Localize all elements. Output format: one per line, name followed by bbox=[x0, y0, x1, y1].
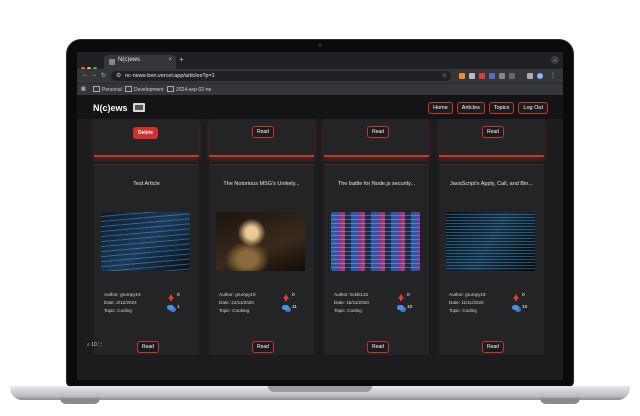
newspaper-icon bbox=[133, 103, 145, 112]
back-icon[interactable]: ← bbox=[82, 72, 88, 78]
nav-topics[interactable]: Topics bbox=[488, 102, 515, 114]
article-card-partial: Delete bbox=[94, 119, 199, 157]
extension-icon[interactable] bbox=[459, 73, 465, 79]
article-author: Author: grumpy19 bbox=[449, 292, 486, 297]
extensions-puzzle-icon[interactable] bbox=[499, 73, 505, 79]
url-text: nc-news-ben.vercel.app/articles?p=1 bbox=[125, 73, 215, 79]
app-logo[interactable]: N(c)ews bbox=[93, 103, 128, 113]
new-tab-icon[interactable]: + bbox=[179, 55, 184, 64]
article-date: Date: 2/12/2024 bbox=[104, 300, 137, 305]
read-button[interactable]: Read bbox=[482, 126, 504, 138]
sidebar-icon[interactable] bbox=[509, 73, 515, 79]
floating-controls[interactable]: ⌕ 10 ⛶ bbox=[87, 342, 102, 348]
vote-count: 0 bbox=[522, 293, 525, 298]
article-date: Date: 11/11/2020 bbox=[449, 300, 484, 305]
article-card-partial: Read bbox=[439, 119, 544, 157]
comment-count: 11 bbox=[292, 305, 297, 310]
vote-count: 0 bbox=[407, 293, 410, 298]
read-button[interactable]: Read bbox=[137, 341, 159, 353]
extension-icon[interactable] bbox=[469, 73, 475, 79]
article-title[interactable]: Test Article bbox=[94, 181, 199, 187]
browser-tab[interactable]: N(c)ews × bbox=[104, 55, 176, 69]
article-topic: Topic: Cooking bbox=[219, 308, 250, 313]
nav-home[interactable]: Home bbox=[428, 102, 453, 114]
site-info-icon[interactable]: ⚙ bbox=[116, 72, 121, 79]
article-title[interactable]: The battle for Node.js security... bbox=[324, 181, 429, 187]
read-button[interactable]: Read bbox=[367, 341, 389, 353]
laptop-foot bbox=[540, 398, 580, 404]
comments-icon bbox=[282, 305, 291, 312]
upvote-icon[interactable] bbox=[513, 294, 519, 301]
comments-icon bbox=[397, 305, 406, 312]
article-card: The battle for Node.js security... Autho… bbox=[324, 164, 429, 355]
upvote-icon[interactable] bbox=[168, 294, 174, 301]
article-topic: Topic: Coding bbox=[449, 308, 477, 313]
article-card-partial: Read bbox=[209, 119, 314, 157]
nav-logout[interactable]: Log Out bbox=[518, 102, 548, 114]
extension-icon[interactable] bbox=[479, 73, 485, 79]
browser-toolbar: ← → ↻ ⚙ nc-news-ben.vercel.app/articles?… bbox=[77, 69, 563, 83]
vote-count: 0 bbox=[292, 293, 295, 298]
tab-favicon-icon bbox=[109, 59, 115, 65]
article-author: Author: grumpy19 bbox=[104, 292, 141, 297]
app-nav: Home Articles Topics Log Out bbox=[428, 102, 548, 114]
profile-avatar-icon[interactable] bbox=[537, 73, 543, 79]
nav-articles[interactable]: Articles bbox=[456, 102, 485, 114]
article-card: Test Article Author: grumpy19 Date: 2/12… bbox=[94, 164, 199, 355]
menu-kebab-icon[interactable]: ⋮ bbox=[550, 72, 556, 79]
bookmark-star-icon[interactable]: ☆ bbox=[442, 72, 447, 79]
page-icon bbox=[167, 86, 174, 92]
screen: N(c)ews × + ⌄ ← → ↻ ⚙ nc-news-ben.vercel… bbox=[77, 52, 563, 380]
bookmarks-bar: ▦ Personal Development 2024-sep-02-ne bbox=[77, 83, 563, 95]
tab-title: N(c)ews bbox=[118, 57, 140, 63]
bookmark-personal[interactable]: Personal bbox=[93, 86, 122, 93]
article-card: The Notorious MSG's Unikely... Author: g… bbox=[209, 164, 314, 355]
article-image[interactable] bbox=[101, 212, 190, 271]
article-card-partial: Read bbox=[324, 119, 429, 157]
read-button[interactable]: Read bbox=[367, 126, 389, 138]
laptop-foot bbox=[60, 398, 100, 404]
tab-search-icon[interactable]: ⌄ bbox=[551, 56, 559, 64]
comment-count: 1 bbox=[177, 305, 180, 310]
article-topic: Topic: Coding bbox=[104, 308, 132, 313]
comments-icon bbox=[512, 305, 521, 312]
tab-bar: N(c)ews × + ⌄ bbox=[77, 52, 563, 71]
read-button[interactable]: Read bbox=[252, 126, 274, 138]
read-button[interactable]: Read bbox=[482, 341, 504, 353]
reload-icon[interactable]: ↻ bbox=[101, 72, 106, 79]
apps-grid-icon[interactable]: ▦ bbox=[81, 86, 86, 92]
bookmark-2024[interactable]: 2024-sep-02-ne bbox=[167, 86, 211, 93]
delete-button[interactable]: Delete bbox=[133, 127, 159, 139]
comment-count: 10 bbox=[407, 305, 413, 310]
article-author: Author: tickle122 bbox=[334, 292, 369, 297]
laptop-base-notch bbox=[268, 386, 372, 392]
article-author: Author: grumpy19 bbox=[219, 292, 256, 297]
article-topic: Topic: Coding bbox=[334, 308, 362, 313]
address-bar[interactable]: ⚙ nc-news-ben.vercel.app/articles?p=1 ☆ bbox=[111, 71, 451, 81]
laptop-frame: N(c)ews × + ⌄ ← → ↻ ⚙ nc-news-ben.vercel… bbox=[0, 0, 640, 416]
bookmark-development[interactable]: Development bbox=[125, 86, 163, 93]
folder-icon bbox=[125, 86, 132, 92]
article-image[interactable] bbox=[446, 212, 535, 271]
folder-icon bbox=[93, 86, 100, 92]
article-title[interactable]: JavaScript's Apply, Call, and Bin... bbox=[439, 181, 544, 187]
article-card: JavaScript's Apply, Call, and Bin... Aut… bbox=[439, 164, 544, 355]
download-icon[interactable] bbox=[527, 73, 533, 79]
article-image[interactable] bbox=[216, 212, 305, 271]
tab-close-icon[interactable]: × bbox=[168, 57, 172, 63]
article-date: Date: 15/11/2020 bbox=[334, 300, 369, 305]
extension-icon[interactable] bbox=[489, 73, 495, 79]
forward-icon[interactable]: → bbox=[91, 72, 97, 78]
camera-icon bbox=[318, 43, 322, 47]
article-date: Date: 22/11/2020 bbox=[219, 300, 254, 305]
app-header: N(c)ews Home Articles Topics Log Out bbox=[77, 95, 563, 119]
upvote-icon[interactable] bbox=[398, 294, 404, 301]
comments-icon bbox=[167, 305, 176, 312]
comment-count: 10 bbox=[522, 305, 528, 310]
read-button[interactable]: Read bbox=[252, 341, 274, 353]
upvote-icon[interactable] bbox=[283, 294, 289, 301]
vote-count: 0 bbox=[177, 293, 180, 298]
article-title[interactable]: The Notorious MSG's Unikely... bbox=[209, 181, 314, 187]
article-image[interactable] bbox=[331, 212, 420, 271]
